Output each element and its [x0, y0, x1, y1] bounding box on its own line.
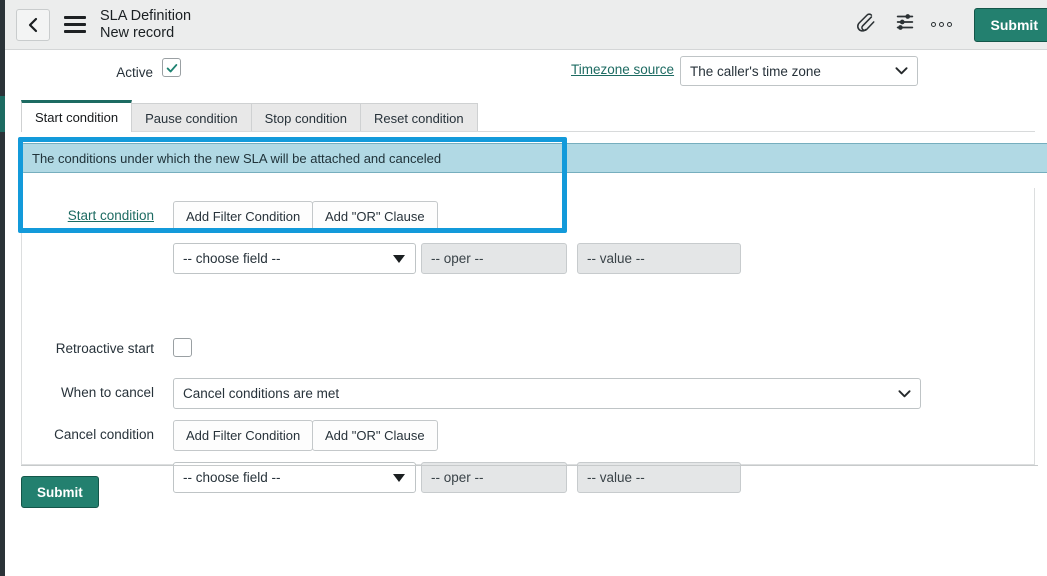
chevron-left-icon [27, 17, 39, 33]
when-to-cancel-value: Cancel conditions are met [183, 386, 340, 401]
record-title-block: SLA Definition New record [100, 8, 191, 41]
chevron-down-icon [898, 386, 911, 401]
tabs-underline [21, 131, 1035, 132]
back-button[interactable] [16, 8, 50, 41]
start-filter-value-input[interactable]: -- value -- [577, 243, 741, 274]
more-horizontal-icon [930, 22, 936, 27]
cancel-condition-label: Cancel condition [54, 427, 154, 442]
more-horizontal-icon [946, 22, 952, 27]
start-filter-operator-select[interactable]: -- oper -- [421, 243, 567, 274]
checkmark-icon [165, 61, 179, 75]
more-options-button[interactable] [925, 22, 958, 27]
cancel-add-filter-condition-button[interactable]: Add Filter Condition [173, 420, 314, 451]
footer-submit-button[interactable]: Submit [21, 476, 99, 508]
start-filter-field-select[interactable]: -- choose field -- [173, 243, 416, 274]
timezone-source-value: The caller's time zone [690, 63, 821, 79]
cancel-filter-field-value: -- choose field -- [183, 470, 281, 485]
sliders-icon [894, 11, 916, 38]
retroactive-start-checkbox[interactable] [173, 338, 192, 357]
cancel-filter-operator-select[interactable]: -- oper -- [421, 462, 567, 493]
app-screen: SLA Definition New record Submit Active … [0, 0, 1047, 576]
paperclip-icon [854, 11, 876, 38]
tab-pause-condition[interactable]: Pause condition [131, 103, 252, 132]
tab-start-condition[interactable]: Start condition [21, 100, 133, 132]
start-filter-field-value: -- choose field -- [183, 251, 281, 266]
start-add-filter-condition-button[interactable]: Add Filter Condition [173, 201, 314, 232]
form-body: Active Timezone source The caller's time… [5, 50, 1047, 576]
tab-reset-condition[interactable]: Reset condition [360, 103, 478, 132]
more-horizontal-icon [938, 22, 944, 27]
hamburger-menu-icon[interactable] [64, 16, 86, 33]
active-row: Active Timezone source The caller's time… [5, 56, 1047, 86]
timezone-source-select[interactable]: The caller's time zone [680, 56, 918, 86]
header-submit-button[interactable]: Submit [973, 7, 1047, 42]
cancel-add-or-clause-button[interactable]: Add "OR" Clause [312, 420, 438, 451]
header-actions: Submit [845, 0, 1047, 49]
attachment-button[interactable] [845, 5, 885, 45]
start-add-or-clause-button[interactable]: Add "OR" Clause [312, 201, 438, 232]
triangle-down-icon [393, 254, 405, 263]
active-checkbox[interactable] [162, 58, 181, 77]
info-banner: The conditions under which the new SLA w… [21, 143, 1047, 173]
cancel-filter-value-input[interactable]: -- value -- [577, 462, 741, 493]
cancel-filter-field-select[interactable]: -- choose field -- [173, 462, 416, 493]
condition-tabs: Start condition Pause condition Stop con… [21, 100, 478, 132]
triangle-down-icon [393, 473, 405, 482]
form-divider [21, 465, 1038, 466]
retroactive-start-label: Retroactive start [55, 341, 154, 356]
start-condition-label[interactable]: Start condition [22, 208, 154, 223]
chevron-down-icon [895, 64, 908, 79]
personalize-form-button[interactable] [885, 5, 925, 45]
page-subtitle: New record [100, 24, 175, 41]
condition-panel: Start condition Add Filter Condition Add… [21, 188, 1035, 493]
tab-stop-condition[interactable]: Stop condition [250, 103, 362, 132]
timezone-source-link[interactable]: Timezone source [571, 62, 674, 77]
active-label: Active [116, 64, 153, 80]
when-to-cancel-select[interactable]: Cancel conditions are met [173, 378, 921, 409]
page-title: SLA Definition [100, 7, 192, 24]
when-to-cancel-label: When to cancel [60, 385, 154, 400]
app-header: SLA Definition New record Submit [5, 0, 1047, 50]
